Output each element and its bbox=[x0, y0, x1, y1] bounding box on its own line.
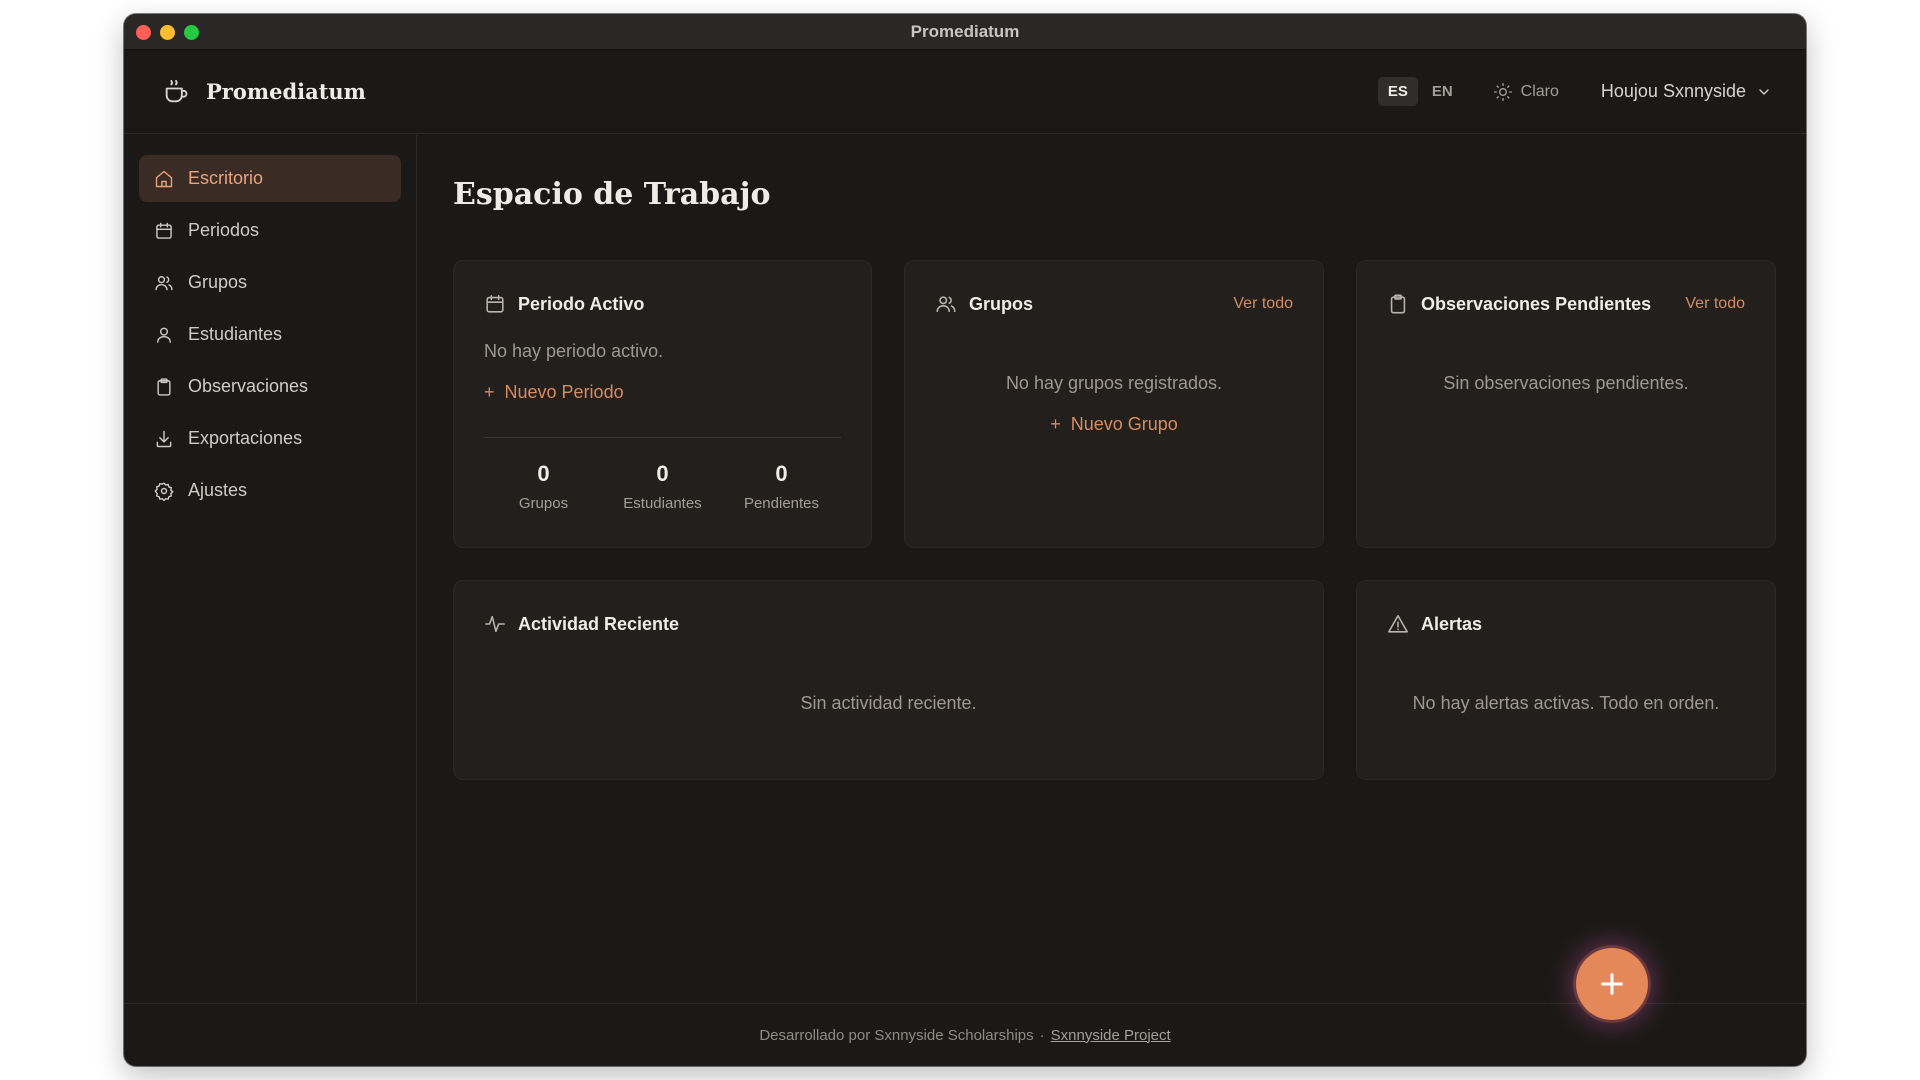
calendar-icon bbox=[486, 294, 504, 313]
empty-state-text: No hay periodo activo. bbox=[484, 341, 664, 361]
pending-observations-card: Observaciones Pendientes Ver todo Sin ob… bbox=[1356, 260, 1776, 548]
sidebar-item-exportaciones[interactable]: Exportaciones bbox=[139, 415, 401, 462]
empty-state-text: No hay alertas activas. Todo en orden. bbox=[1412, 693, 1720, 713]
coffee-cup-icon bbox=[165, 79, 188, 102]
sidebar-item-ajustes[interactable]: Ajustes bbox=[139, 467, 401, 514]
users-icon bbox=[936, 296, 956, 313]
calendar-icon bbox=[156, 222, 172, 239]
minimize-window-button[interactable] bbox=[160, 25, 175, 40]
sidebar-item-label: Observaciones bbox=[188, 376, 309, 396]
new-group-label: Nuevo Grupo bbox=[1070, 414, 1178, 434]
groups-card: Grupos Ver todo No hay grupos registrado… bbox=[904, 260, 1324, 548]
stat-value: 0 bbox=[775, 461, 788, 486]
chevron-down-icon bbox=[1759, 88, 1769, 95]
plus-icon: + bbox=[1050, 414, 1061, 434]
sidebar-item-escritorio[interactable]: Escritorio bbox=[139, 155, 401, 202]
plus-icon: + bbox=[484, 382, 495, 402]
user-icon bbox=[157, 327, 171, 343]
alerts-card: Alertas No hay alertas activas. Todo en … bbox=[1356, 580, 1776, 780]
maximize-window-button[interactable] bbox=[184, 25, 199, 40]
card-header: Observaciones Pendientes Ver todo bbox=[1387, 293, 1745, 315]
sidebar-item-estudiantes[interactable]: Estudiantes bbox=[139, 311, 401, 358]
empty-state-text: Sin actividad reciente. bbox=[800, 693, 977, 713]
lang-es-button[interactable]: ES bbox=[1377, 77, 1418, 106]
clipboard-icon bbox=[157, 377, 171, 396]
theme-toggle-button[interactable]: Claro bbox=[1493, 82, 1559, 102]
brand[interactable]: Promediatum bbox=[162, 78, 366, 106]
card-title: Grupos bbox=[969, 293, 1034, 314]
divider bbox=[484, 437, 841, 438]
plus-icon bbox=[1601, 973, 1623, 995]
activity-pulse-icon bbox=[485, 615, 505, 633]
users-icon bbox=[155, 275, 173, 290]
stat-label: Grupos bbox=[518, 495, 569, 512]
card-title: Alertas bbox=[1421, 613, 1483, 634]
view-all-groups-link[interactable]: Ver todo bbox=[1233, 295, 1293, 313]
sidebar-item-observaciones[interactable]: Observaciones bbox=[139, 363, 401, 410]
user-menu-button[interactable]: Houjou Sxnnyside bbox=[1601, 81, 1772, 102]
user-name: Houjou Sxnnyside bbox=[1600, 81, 1746, 101]
card-header: Grupos Ver todo bbox=[935, 293, 1293, 315]
clipboard-icon bbox=[1390, 294, 1406, 314]
active-period-card: Periodo Activo No hay periodo activo. + … bbox=[453, 260, 872, 548]
footer: Desarrollado por Sxnnyside Scholarships … bbox=[124, 1003, 1806, 1066]
card-header: Actividad Reciente bbox=[484, 613, 1293, 635]
title-bar: Promediatum bbox=[124, 14, 1806, 50]
stat-value: 0 bbox=[537, 461, 550, 486]
stat-groups: 0 Grupos bbox=[485, 461, 603, 512]
sidebar-item-label: Grupos bbox=[188, 272, 248, 292]
sidebar-item-label: Periodos bbox=[188, 220, 260, 240]
card-title: Actividad Reciente bbox=[518, 613, 680, 634]
empty-state-text: No hay grupos registrados. bbox=[1005, 373, 1223, 393]
main-content: Espacio de Trabajo Periodo Activo No hay… bbox=[418, 135, 1806, 1003]
stat-label: Pendientes bbox=[743, 495, 820, 512]
new-period-label: Nuevo Periodo bbox=[504, 382, 624, 402]
period-stats: 0 Grupos 0 Estudiantes 0 Pendientes bbox=[484, 461, 841, 512]
new-period-button[interactable]: + Nuevo Periodo bbox=[484, 382, 624, 403]
card-header: Alertas bbox=[1387, 613, 1745, 635]
header-actions: ES EN Claro Houjou Sxnnyside bbox=[1377, 77, 1772, 106]
stat-value: 0 bbox=[656, 461, 669, 486]
lang-en-button[interactable]: EN bbox=[1422, 77, 1463, 106]
stat-students: 0 Estudiantes bbox=[604, 461, 722, 512]
view-all-observations-link[interactable]: Ver todo bbox=[1685, 295, 1745, 313]
app-window: Promediatum Promediatum ES EN Claro Houj… bbox=[124, 14, 1806, 1066]
download-icon bbox=[156, 430, 172, 447]
quick-add-fab[interactable] bbox=[1576, 948, 1648, 1020]
language-switcher: ES EN bbox=[1377, 77, 1463, 106]
sidebar-item-label: Estudiantes bbox=[188, 324, 283, 344]
home-icon bbox=[155, 170, 173, 187]
card-title: Observaciones Pendientes bbox=[1421, 293, 1652, 314]
sun-icon bbox=[1493, 82, 1512, 101]
app-header: Promediatum ES EN Claro Houjou Sxnnyside bbox=[124, 50, 1806, 134]
footer-separator: · bbox=[1039, 1026, 1045, 1044]
page-title: Espacio de Trabajo bbox=[453, 177, 771, 212]
sidebar-item-label: Escritorio bbox=[188, 168, 264, 188]
empty-state-text: Sin observaciones pendientes. bbox=[1443, 373, 1689, 393]
card-title: Periodo Activo bbox=[518, 293, 645, 314]
stat-pending: 0 Pendientes bbox=[723, 461, 841, 512]
close-window-button[interactable] bbox=[136, 25, 151, 40]
recent-activity-card: Actividad Reciente Sin actividad recient… bbox=[453, 580, 1324, 780]
sidebar-item-label: Exportaciones bbox=[188, 428, 303, 448]
new-group-button[interactable]: + Nuevo Grupo bbox=[905, 414, 1323, 435]
sidebar-item-periodos[interactable]: Periodos bbox=[139, 207, 401, 254]
sidebar: Escritorio Periodos Grupos Estudiantes O… bbox=[124, 135, 417, 1003]
stat-label: Estudiantes bbox=[623, 495, 702, 512]
sidebar-item-grupos[interactable]: Grupos bbox=[139, 259, 401, 306]
window-controls bbox=[136, 25, 199, 40]
footer-project-link[interactable]: Sxnnyside Project bbox=[1051, 1027, 1171, 1044]
theme-label: Claro bbox=[1520, 82, 1559, 100]
window-title: Promediatum bbox=[910, 21, 1020, 41]
brand-name: Promediatum bbox=[206, 79, 366, 104]
sidebar-item-label: Ajustes bbox=[188, 480, 248, 500]
card-header: Periodo Activo bbox=[484, 293, 841, 315]
footer-credit: Desarrollado por Sxnnyside Scholarships bbox=[759, 1026, 1034, 1044]
warning-icon bbox=[1388, 614, 1408, 633]
gear-icon bbox=[154, 481, 174, 501]
